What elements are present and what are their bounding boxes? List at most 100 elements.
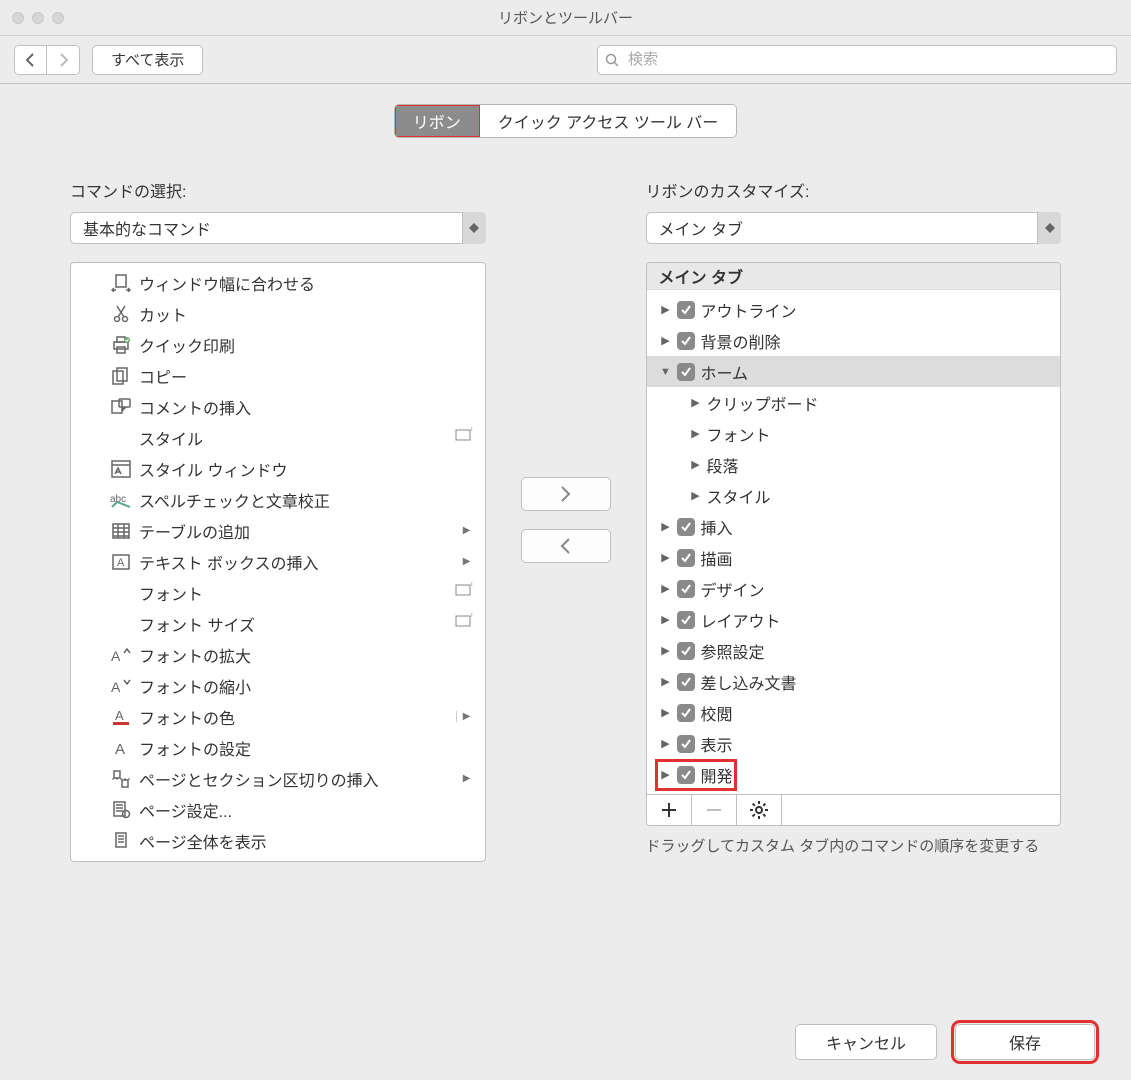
checkbox[interactable]	[677, 580, 695, 598]
commands-dropdown[interactable]: 基本的なコマンド	[70, 212, 486, 244]
command-item-label: フォントの縮小	[139, 674, 251, 698]
tab-quick-access-toolbar[interactable]: クイック アクセス ツール バー	[480, 105, 737, 137]
command-item[interactable]: A フォントの縮小	[71, 670, 485, 701]
font-grow-icon: A	[109, 647, 133, 663]
ribbon-tree-label: 参照設定	[701, 639, 765, 663]
forward-button[interactable]	[47, 46, 79, 74]
plus-icon	[661, 802, 677, 818]
svg-text:I: I	[471, 582, 473, 588]
disclosure-triangle-right-icon[interactable]: ▶	[659, 613, 673, 626]
tree-header: メイン タブ	[647, 263, 1061, 290]
checkbox[interactable]	[677, 673, 695, 691]
ribbon-tree-row[interactable]: ▶差し込み文書	[647, 666, 1061, 697]
customize-dropdown-value: メイン タブ	[646, 212, 1062, 244]
save-button[interactable]: 保存	[955, 1024, 1095, 1060]
disclosure-triangle-right-icon[interactable]: ▶	[689, 427, 703, 440]
add-command-button[interactable]	[521, 477, 611, 511]
command-item[interactable]: Aフォントの色▶	[71, 701, 485, 732]
disclosure-triangle-right-icon[interactable]: ▶	[659, 334, 673, 347]
ribbon-tree-row[interactable]: ▶レイアウト	[647, 604, 1061, 635]
style-window-icon	[109, 460, 133, 478]
command-item[interactable]: ページ設定...	[71, 794, 485, 825]
disclosure-triangle-right-icon[interactable]: ▶	[659, 768, 673, 781]
checkbox[interactable]	[677, 518, 695, 536]
tab-ribbon[interactable]: リボン	[395, 105, 480, 137]
command-item[interactable]: コピー	[71, 360, 485, 391]
disclosure-triangle-right-icon[interactable]: ▶	[689, 458, 703, 471]
command-item[interactable]: フォント サイズI	[71, 608, 485, 639]
disclosure-triangle-right-icon[interactable]: ▶	[659, 551, 673, 564]
ribbon-tree[interactable]: メイン タブ ▶アウトライン▶背景の削除▼ホーム▶クリップボード▶フォント▶段落…	[646, 262, 1062, 826]
checkbox[interactable]	[677, 301, 695, 319]
ribbon-tree-row[interactable]: ▶段落	[647, 449, 1061, 480]
checkbox[interactable]	[677, 611, 695, 629]
checkbox[interactable]	[677, 363, 695, 381]
ribbon-tree-row[interactable]: ▶クリップボード	[647, 387, 1061, 418]
settings-button[interactable]	[737, 795, 782, 825]
quick-print-icon	[109, 336, 133, 354]
disclosure-triangle-right-icon[interactable]: ▶	[689, 489, 703, 502]
ribbon-tree-label: スタイル	[707, 484, 771, 508]
command-item[interactable]: フォントI	[71, 577, 485, 608]
command-item[interactable]: テーブルの追加▶	[71, 515, 485, 546]
svg-text:A: A	[111, 679, 121, 694]
command-item-label: フォントの色	[139, 705, 235, 729]
command-item[interactable]: ページとセクション区切りの挿入▶	[71, 763, 485, 794]
ribbon-tree-row[interactable]: ▶アウトライン	[647, 294, 1061, 325]
commands-list[interactable]: ウィンドウ幅に合わせるカットクイック印刷コピーコメントの挿入スタイルIスタイル …	[70, 262, 486, 862]
ribbon-tree-row[interactable]: ▶デザイン	[647, 573, 1061, 604]
page-setup-icon	[109, 801, 133, 819]
disclosure-triangle-right-icon[interactable]: ▶	[659, 644, 673, 657]
ribbon-tree-row[interactable]: ▼ホーム	[647, 356, 1061, 387]
add-tab-button[interactable]	[647, 795, 692, 825]
cut-icon	[109, 305, 133, 323]
checkbox[interactable]	[677, 704, 695, 722]
ribbon-tree-row[interactable]: ▶描画	[647, 542, 1061, 573]
command-item[interactable]: A フォントの設定	[71, 732, 485, 763]
command-item[interactable]: カット	[71, 298, 485, 329]
command-item[interactable]: スタイル ウィンドウ	[71, 453, 485, 484]
checkbox[interactable]	[677, 332, 695, 350]
disclosure-triangle-right-icon[interactable]: ▶	[659, 675, 673, 688]
submenu-arrow-icon: ▶	[463, 525, 471, 536]
checkbox[interactable]	[677, 549, 695, 567]
ribbon-tree-row[interactable]: ▶ スタイル	[647, 480, 1061, 511]
command-item[interactable]: abcスペルチェックと文章校正	[71, 484, 485, 515]
checkbox[interactable]	[677, 766, 695, 784]
disclosure-triangle-right-icon[interactable]: ▶	[659, 303, 673, 316]
commands-dropdown-value: 基本的なコマンド	[70, 212, 486, 244]
disclosure-triangle-right-icon[interactable]: ▶	[659, 737, 673, 750]
command-item[interactable]: コメントの挿入	[71, 391, 485, 422]
command-item[interactable]: ウィンドウ幅に合わせる	[71, 267, 485, 298]
remove-command-button[interactable]	[521, 529, 611, 563]
remove-tab-button[interactable]	[692, 795, 737, 825]
customize-dropdown[interactable]: メイン タブ	[646, 212, 1062, 244]
ribbon-tree-row[interactable]: ▶フォント	[647, 418, 1061, 449]
search-input[interactable]	[597, 45, 1117, 75]
ribbon-tree-row[interactable]: ▶開発	[647, 759, 1061, 790]
command-item[interactable]: ページ全体を表示	[71, 825, 485, 856]
cancel-button[interactable]: キャンセル	[795, 1024, 937, 1060]
checkbox[interactable]	[677, 735, 695, 753]
text-field-indicator-icon: I	[455, 582, 475, 603]
back-button[interactable]	[15, 46, 47, 74]
show-all-button[interactable]: すべて表示	[92, 45, 203, 75]
disclosure-triangle-right-icon[interactable]: ▶	[659, 582, 673, 595]
ribbon-tree-row[interactable]: ▶ 参照設定	[647, 635, 1061, 666]
ribbon-tree-row[interactable]: ▶挿入	[647, 511, 1061, 542]
command-item[interactable]: クイック印刷	[71, 329, 485, 360]
checkbox[interactable]	[677, 642, 695, 660]
disclosure-triangle-right-icon[interactable]: ▶	[689, 396, 703, 409]
disclosure-triangle-right-icon[interactable]: ▶	[659, 520, 673, 533]
disclosure-triangle-right-icon[interactable]: ▶	[659, 706, 673, 719]
ribbon-tree-row[interactable]: ▶表示	[647, 728, 1061, 759]
ribbon-tree-row[interactable]: ▶校閲	[647, 697, 1061, 728]
command-item-label: フォントの設定	[139, 736, 251, 760]
command-item[interactable]: Aフォントの拡大	[71, 639, 485, 670]
page-whole-icon	[109, 832, 133, 850]
command-item[interactable]: Aテキスト ボックスの挿入▶	[71, 546, 485, 577]
command-item[interactable]: スタイルI	[71, 422, 485, 453]
disclosure-triangle-down-icon[interactable]: ▼	[659, 366, 673, 378]
font-settings-icon: A	[109, 740, 133, 756]
ribbon-tree-row[interactable]: ▶背景の削除	[647, 325, 1061, 356]
